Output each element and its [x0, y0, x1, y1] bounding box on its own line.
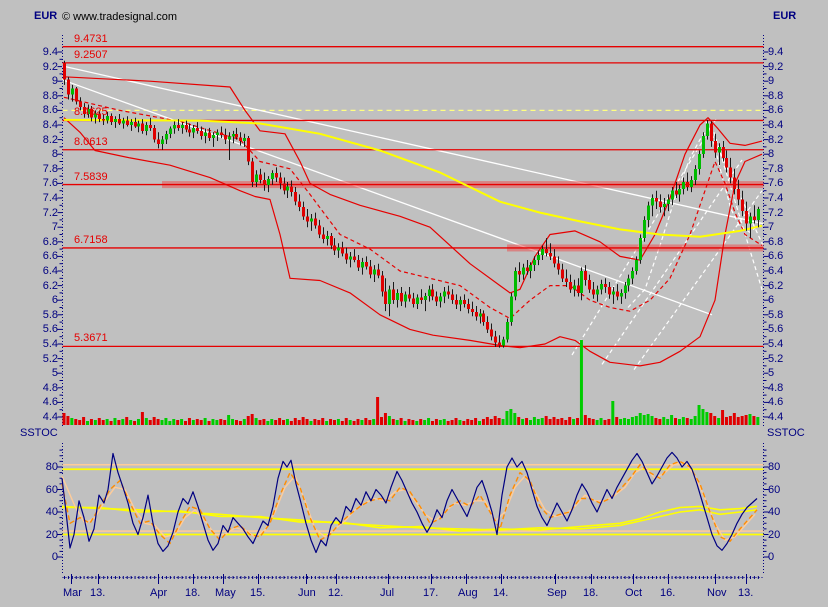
price-axis-label-left: 5.2 — [42, 352, 58, 365]
stoch-axis-label-left: 80 — [45, 461, 58, 473]
price-axis-label-left: 5.8 — [42, 308, 58, 321]
date-axis-label: May — [215, 587, 236, 599]
price-level-label: 7.5839 — [74, 170, 108, 183]
price-axis-label-left: 7.6 — [42, 177, 58, 190]
price-axis-label-right: 5.2 — [768, 352, 784, 365]
price-axis-label-left: 5.4 — [42, 338, 58, 350]
price-axis-label-right: 9.2 — [768, 60, 784, 73]
date-axis-label: 12. — [328, 587, 344, 599]
date-axis-label: Jun — [298, 587, 316, 599]
price-level-label: 6.7158 — [74, 233, 108, 246]
price-axis-label-left: 8 — [51, 148, 58, 161]
price-axis-label-right: 8 — [768, 148, 775, 161]
stoch-axis-label-left: 0 — [51, 551, 58, 563]
stoch-axis-label-right: 40 — [768, 506, 781, 518]
price-axis-label-left: 5.6 — [42, 323, 58, 336]
price-axis-label-right: 5 — [768, 367, 775, 380]
price-axis-label-left: 9.4 — [42, 46, 58, 58]
price-axis-label-left: 4.4 — [42, 411, 58, 423]
price-axis-label-left: 8.6 — [42, 104, 58, 117]
price-axis-label-left: 9.2 — [42, 60, 58, 73]
date-axis-label: 16. — [660, 587, 676, 599]
date-axis-label: Aug — [458, 587, 478, 599]
date-axis-label: 13. — [738, 587, 754, 599]
price-level-label: 8.4625 — [74, 106, 108, 119]
date-axis-label: Sep — [547, 587, 567, 599]
date-axis-label: 17. — [423, 587, 439, 599]
date-axis-label: Apr — [150, 587, 168, 599]
date-axis-label: 14. — [493, 587, 509, 599]
stoch-axis-label-right: 80 — [768, 461, 781, 473]
price-axis-label-right: 6.6 — [768, 250, 784, 263]
price-axis-label-left: 7.2 — [42, 206, 58, 219]
price-axis-label-left: 6.6 — [42, 250, 58, 263]
date-axis-label: 18. — [583, 587, 599, 599]
stoch-axis-label-right: 20 — [768, 528, 781, 541]
price-axis-label-right: 8.4 — [768, 119, 784, 131]
price-axis-label-right: 6.8 — [768, 235, 784, 248]
price-level-label: 9.4731 — [74, 32, 108, 45]
price-axis-label-right: 9 — [768, 75, 775, 88]
date-axis-label: Oct — [625, 587, 643, 599]
price-axis-label-left: 8.2 — [42, 133, 58, 146]
date-axis-label: 18. — [185, 587, 201, 599]
price-axis-label-right: 7.2 — [768, 206, 784, 219]
price-axis-label-right: 7.8 — [768, 162, 784, 175]
price-axis-label-right: 4.8 — [768, 381, 784, 394]
price-axis-label-left: 9 — [51, 75, 58, 88]
date-axis-label: Nov — [707, 587, 727, 599]
price-axis-label-right: 6 — [768, 294, 775, 307]
price-axis-label-left: 4.6 — [42, 396, 58, 409]
price-axis-label-left: 7.4 — [42, 192, 58, 204]
tradesignal-chart-window: EUR © www.tradesignal.com EUR SSTOC SSTO… — [0, 0, 828, 607]
price-axis-label-left: 6.2 — [42, 279, 58, 292]
date-axis-label: Mar — [63, 587, 82, 599]
date-axis-label: 15. — [250, 587, 266, 599]
price-axis-label-left: 8.4 — [42, 119, 58, 131]
price-axis-label-right: 5.8 — [768, 308, 784, 321]
chart-canvas[interactable] — [0, 0, 828, 607]
price-axis-label-right: 6.2 — [768, 279, 784, 292]
price-axis-label-right: 7.6 — [768, 177, 784, 190]
price-axis-label-right: 4.4 — [768, 411, 784, 423]
price-axis-label-right: 5.6 — [768, 323, 784, 336]
price-axis-label-left: 5 — [51, 367, 58, 380]
price-level-label: 9.2507 — [74, 48, 108, 61]
date-axis-label: 13. — [90, 587, 106, 599]
price-axis-label-right: 6.4 — [768, 265, 784, 277]
stoch-axis-label-left: 20 — [45, 528, 58, 541]
price-axis-label-right: 8.6 — [768, 104, 784, 117]
price-axis-label-right: 8.2 — [768, 133, 784, 146]
price-axis-label-left: 6.4 — [42, 265, 58, 277]
price-axis-label-right: 5.4 — [768, 338, 784, 350]
stoch-axis-label-right: 0 — [768, 551, 775, 563]
stoch-axis-label-right: 60 — [768, 483, 781, 496]
price-axis-label-left: 4.8 — [42, 381, 58, 394]
price-axis-label-left: 7.8 — [42, 162, 58, 175]
price-axis-label-right: 4.6 — [768, 396, 784, 409]
price-axis-label-right: 9.4 — [768, 46, 784, 58]
price-axis-label-left: 6 — [51, 294, 58, 307]
price-level-label: 5.3671 — [74, 332, 108, 345]
stoch-axis-label-left: 40 — [45, 506, 58, 518]
date-axis-label: Jul — [380, 587, 395, 599]
price-axis-label-right: 8.8 — [768, 89, 784, 102]
price-axis-label-left: 8.8 — [42, 89, 58, 102]
price-level-label: 8.0613 — [74, 135, 108, 148]
stoch-axis-label-left: 60 — [45, 483, 58, 496]
price-axis-label-left: 6.8 — [42, 235, 58, 248]
price-axis-label-left: 7 — [51, 221, 58, 234]
price-axis-label-right: 7.4 — [768, 192, 784, 204]
price-axis-label-right: 7 — [768, 221, 775, 234]
